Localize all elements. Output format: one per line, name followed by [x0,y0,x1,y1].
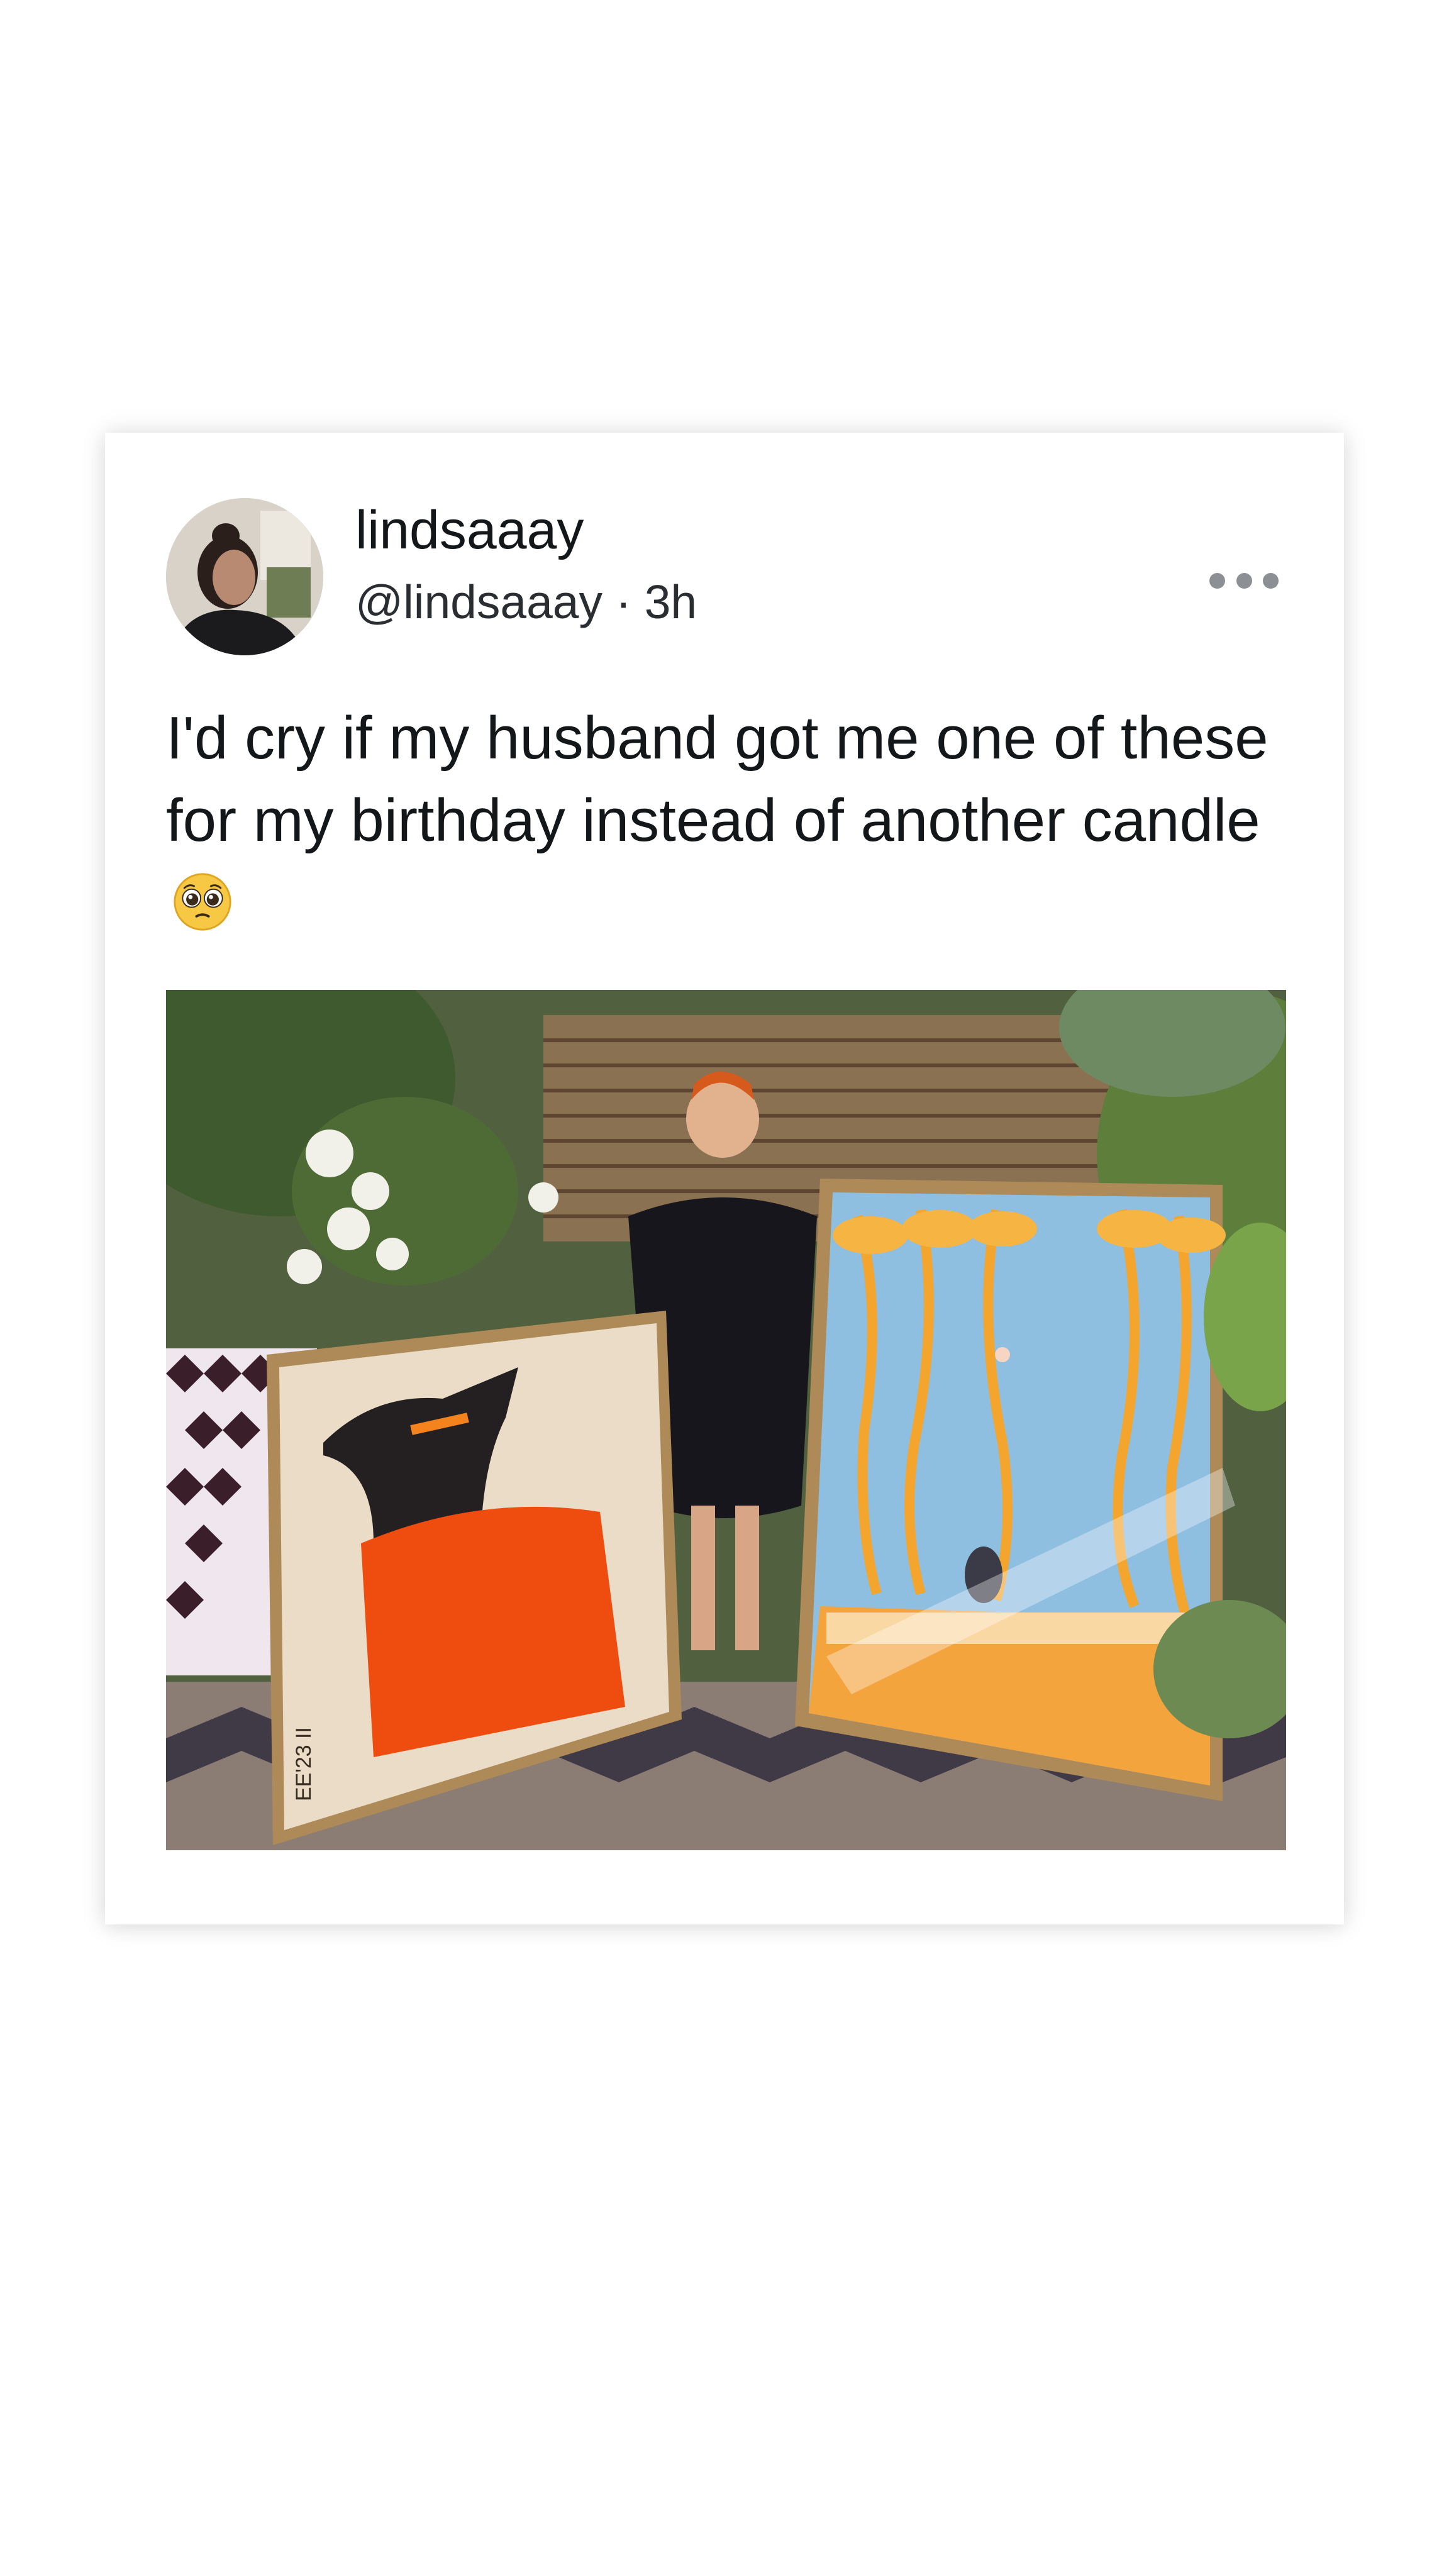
pleading-face-emoji [174,873,231,931]
post-image[interactable]: EE'23 II [166,990,1286,1850]
painting-inscription: EE'23 II [292,1727,316,1801]
post-text: I'd cry if my husband got me one of thes… [166,697,1285,944]
garden-paintings-photo: EE'23 II [166,990,1286,1850]
meta-separator: · [615,575,631,628]
avatar[interactable] [166,498,323,655]
avatar-photo [166,498,323,655]
more-dot [1263,572,1279,589]
timestamp[interactable]: 3h [645,575,697,628]
handle[interactable]: @lindsaaay [355,575,602,628]
more-options-button[interactable] [1209,565,1279,596]
post-text-body: I'd cry if my husband got me one of thes… [166,704,1269,854]
post-meta: @lindsaaay · 3h [355,576,697,628]
more-dot [1236,572,1252,589]
post-card: lindsaaay @lindsaaay · 3h I'd cry if my … [105,433,1344,1924]
more-horizontal-icon [1209,572,1225,589]
display-name[interactable]: lindsaaay [355,501,584,560]
